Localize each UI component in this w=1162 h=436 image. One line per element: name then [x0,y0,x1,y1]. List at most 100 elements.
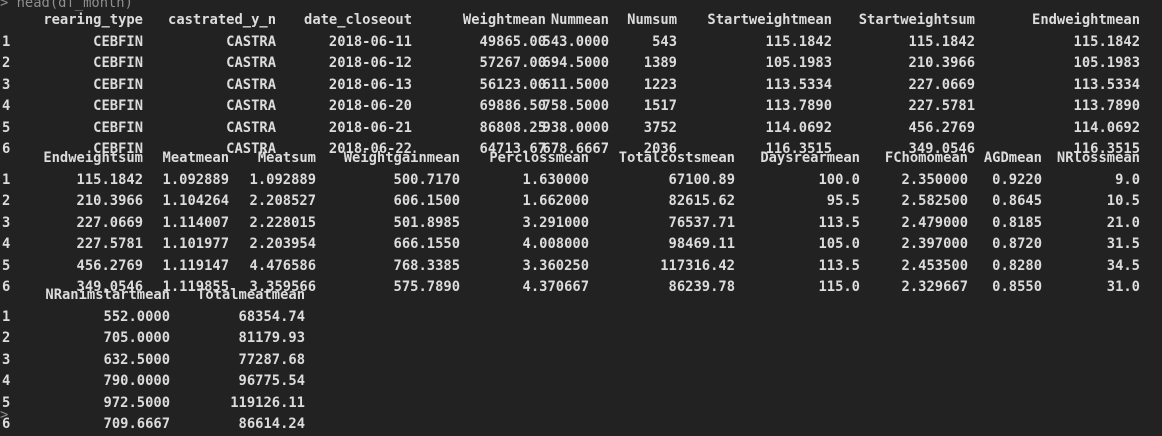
table-row: 5 456.2769 1.119147 4.476586 768.3385 3.36025… [0,256,1162,278]
table-cell: 68354.74 [238,308,305,325]
table-cell: 34.5 [1106,257,1140,274]
table-cell: 2.479000 [901,214,968,231]
table-cell: 3.360250 [522,257,589,274]
table-cell: 113.5334 [765,76,832,93]
column-header: Totalcostsmean [618,150,735,166]
row-name: 1 [2,171,11,188]
table-cell: 1517 [643,98,677,114]
column-header: Meatmean [162,150,229,166]
row-name: 4 [2,236,11,252]
table-cell: 2.350000 [901,171,968,188]
table-cell: 115.1842 [908,33,975,50]
table-cell: CASTRA [226,98,276,114]
column-header: FChomomean [884,150,968,166]
table-cell: 115.1842 [1073,33,1140,50]
table-cell: CASTRA [226,33,276,50]
table-cell: 1.630000 [522,171,589,188]
table-cell: 2.208527 [249,193,316,209]
table-cell: CEBFIN [93,76,143,93]
table-cell: 2.203954 [249,236,316,252]
table-cell: 1.101977 [162,236,229,252]
table-cell: 632.5000 [103,351,170,368]
row-name: 5 [2,119,11,136]
table-cell: CASTRA [226,76,276,93]
table-cell: 2018-06-12 [328,55,412,71]
column-header: Daysrearmean [760,150,860,166]
table-cell: 0.8720 [992,236,1042,252]
table-cell: 611.5000 [542,76,609,93]
output-block-1: rearing_type castrated_y_n date_closeout We… [0,10,1162,161]
table-cell: 4.008000 [522,236,589,252]
column-header: Weightmean [462,12,546,28]
row-name: 2 [2,193,11,209]
column-header: NRlossmean [1056,150,1140,166]
table-cell: 1389 [643,55,677,71]
table-cell: 113.7890 [1073,98,1140,114]
table-cell: 105.1983 [765,55,832,71]
next-prompt[interactable]: > [0,408,8,422]
table-cell: 105.1983 [1073,55,1140,71]
table-cell: 57267.00 [479,55,546,71]
table-cell: 0.8185 [992,214,1042,231]
table-cell: 82615.62 [668,193,735,209]
table-row: 1 CEBFIN CASTRA 2018-06-11 49865.00 543.0000 5… [0,32,1162,54]
column-header: castrated_y_n [168,12,276,28]
table-cell: 77287.68 [238,351,305,368]
table-cell: CEBFIN [93,98,143,114]
table-cell: 758.5000 [542,98,609,114]
row-name: 3 [2,351,11,368]
table-cell: 768.3385 [393,257,460,274]
table-row: 5 972.5000 119126.11 [0,393,1162,415]
table-cell: 105.0 [818,236,860,252]
table-cell: 76537.71 [668,214,735,231]
column-header: Perclossmean [489,150,589,166]
column-header: Startweightsum [858,12,975,28]
table-cell: 98469.11 [668,236,735,252]
header-row: rearing_type castrated_y_n date_closeout We… [0,10,1162,32]
table-cell: 1.092889 [249,171,316,188]
table-cell: 543 [652,33,677,50]
column-header: NRanimstartmean [45,287,170,303]
column-header: Nummean [550,12,609,28]
row-name: 3 [2,76,11,93]
table-row: 4 227.5781 1.101977 2.203954 666.1550 4.00800… [0,234,1162,256]
table-cell: 972.5000 [103,394,170,411]
table-cell: 227.5781 [908,98,975,114]
table-cell: 938.0000 [542,119,609,136]
table-cell: 21.0 [1106,214,1140,231]
column-header: Numsum [627,12,677,28]
table-row: 2 CEBFIN CASTRA 2018-06-12 57267.00 694.5000 1… [0,53,1162,75]
table-cell: 552.0000 [103,308,170,325]
row-name: 5 [2,257,11,274]
header-row: Endweightsum Meatmean Meatsum Weightgainmea… [0,148,1162,170]
r-console[interactable]: > head(df_month) rearing_type castrated_y… [0,0,1162,432]
table-cell: 10.5 [1106,193,1140,209]
table-cell: 1.119147 [162,257,229,274]
table-cell: 543.0000 [542,33,609,50]
table-cell: 115.1842 [76,171,143,188]
table-cell: 666.1550 [393,236,460,252]
table-cell: 95.5 [826,193,860,209]
column-header: date_closeout [304,12,412,28]
table-cell: 0.8280 [992,257,1042,274]
table-cell: 114.0692 [765,119,832,136]
table-cell: 119126.11 [230,394,305,411]
table-cell: 4.476586 [249,257,316,274]
row-name: 3 [2,214,11,231]
column-header: Endweightsum [43,150,143,166]
table-cell: 705.0000 [103,330,170,346]
table-cell: 2.453500 [901,257,968,274]
column-header: Startweightmean [707,12,832,28]
row-name: 1 [2,308,11,325]
row-name: 4 [2,98,11,114]
table-row: 4 CEBFIN CASTRA 2018-06-20 69886.50 758.5000 1… [0,96,1162,118]
table-cell: 227.0669 [76,214,143,231]
table-cell: 2.582500 [901,193,968,209]
table-cell: 1.104264 [162,193,229,209]
table-cell: 3.291000 [522,214,589,231]
table-row: 2 705.0000 81179.93 [0,328,1162,350]
column-header: Endweightmean [1032,12,1140,28]
table-cell: 456.2769 [76,257,143,274]
output-block-3: NRanimstartmean Totalmeatmean 1 552.0000 683… [0,285,1162,436]
table-cell: 86614.24 [238,416,305,432]
